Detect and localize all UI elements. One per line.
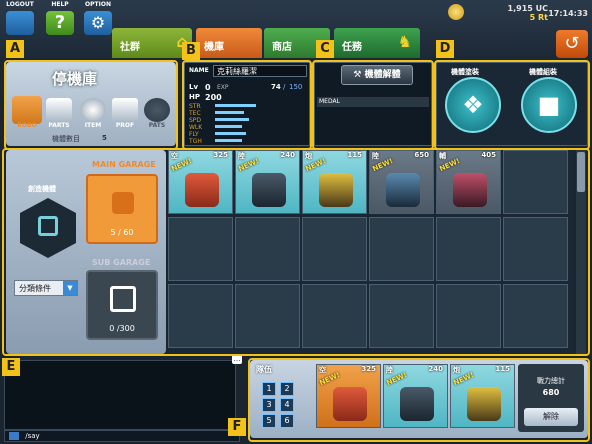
uc-amount: 1,915 UC [507,4,548,13]
logout-icon [6,11,34,35]
annotation-f: F [228,418,246,436]
help-icon: ? [46,11,74,35]
annotation-d-box [434,60,590,150]
coin-icon [448,4,464,20]
annotation-e: E [2,358,20,376]
return-icon: ↺ [564,33,580,54]
annotation-d: D [436,40,454,58]
annotation-c-box [312,60,434,150]
tab-mission-label: 任務 [342,42,362,53]
help-button[interactable]: HELP ? [42,0,78,58]
tab-social[interactable]: 社群 ⌂ [112,28,192,58]
chat-icon [9,432,19,440]
option-label: OPTION [85,1,111,8]
option-button[interactable]: OPTION ⚙ [80,0,116,58]
annotation-garage-box [2,148,590,356]
annotation-f-box [248,358,590,442]
logout-label: LOGOUT [6,1,34,8]
annotation-b-box [182,60,312,150]
annotation-a-box [4,60,178,150]
help-label: HELP [51,1,69,8]
say-command: /say [25,432,40,440]
tab-hangar[interactable]: 機庫 [196,28,262,58]
wrench-icon: ⚙ [84,11,112,35]
annotation-b: B [182,42,200,60]
tab-social-label: 社群 [120,42,140,53]
tab-shop-label: 商店 [272,42,292,53]
rt-amount: 5 Rt [529,13,548,22]
top-bar: LOGOUT HELP ? OPTION ⚙ 社群 ⌂ 機庫 商店 任務 ♞ 1… [0,0,592,60]
annotation-c: C [316,40,334,58]
tab-hangar-label: 機庫 [204,42,224,53]
annotation-a: A [6,40,24,58]
invader-icon: ♞ [397,32,412,51]
back-button[interactable]: ↺ [556,30,588,58]
tab-mission[interactable]: 任務 ♞ [334,28,420,58]
clock: 17:14:33 [548,9,588,18]
chat-log [4,360,236,430]
chat-input[interactable]: /say [4,430,240,442]
